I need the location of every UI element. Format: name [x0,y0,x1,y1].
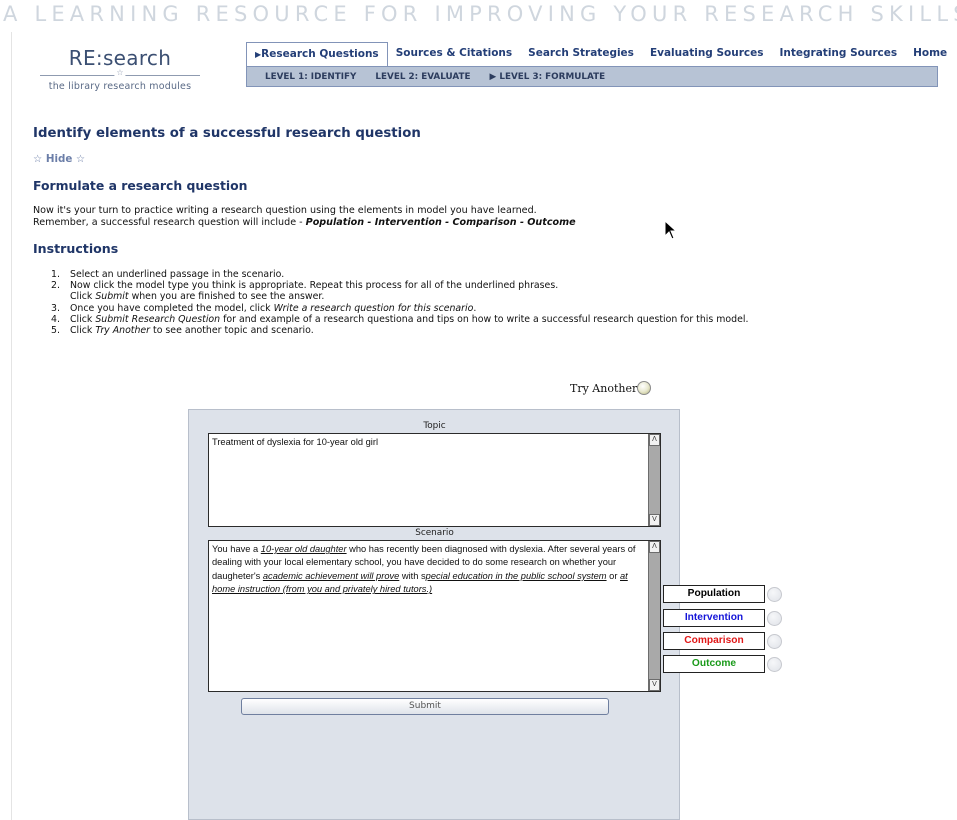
list-item: 2. Now click the model type you think is … [51,280,748,302]
intro-line-1: Now it's your turn to practice writing a… [33,205,537,216]
step-number: 2. [51,280,60,292]
exercise-panel: Topic Treatment of dyslexia for 10-year … [188,409,680,820]
mouse-cursor-icon [664,220,678,240]
scroll-up-icon[interactable]: Λ [649,434,660,446]
scenario-phrase-population[interactable]: 10-year old daughter [261,544,347,554]
scenario-textarea[interactable]: You have a 10-year old daughter who has … [208,540,661,692]
step-text-em: Submit Research Question [95,313,221,325]
step-text-part: when you are finished to see the answer. [128,291,325,303]
logo-divider: ☆ [40,68,200,80]
topic-scrollbar[interactable]: Λ V [648,434,660,526]
intervention-radio-icon[interactable] [767,611,782,626]
step-text-em: Submit [95,291,129,303]
star-icon: ☆ [33,153,46,165]
nav-research-questions[interactable]: ▶Research Questions [246,42,388,66]
step-number: 3. [51,302,60,314]
topic-text: Treatment of dyslexia for 10-year old gi… [212,437,379,447]
subnav-level2[interactable]: LEVEL 2: EVALUATE [375,72,470,82]
intro-line-2: Remember, a successful research question… [33,217,576,229]
step-number: 5. [51,325,60,337]
intro-text: Now it's your turn to practice writing a… [33,205,576,229]
scenario-text: or [606,570,620,581]
scenario-text: with s [399,570,426,581]
step-text-em: Write a research question for this scena… [273,302,474,314]
step-text-line: Now click the model type you think is ap… [70,280,559,292]
step-number: 1. [51,269,60,280]
population-radio-icon[interactable] [767,587,782,602]
step-text-part: Click [70,313,96,325]
comparison-radio-icon[interactable] [767,634,782,649]
site-logo[interactable]: RE:search ☆ the library research modules [36,46,204,92]
step-text-part: to see another topic and scenario. [150,325,314,337]
step-text: Click Submit Research Question for and e… [70,314,748,325]
outcome-radio-icon[interactable] [767,657,782,672]
logo-title: RE:search [68,46,172,70]
list-item: 4. Click Submit Research Question for and… [51,314,748,325]
page-container: RE:search ☆ the library research modules… [11,32,957,820]
subnav-level1[interactable]: LEVEL 1: IDENTIFY [265,72,356,82]
topic-textarea[interactable]: Treatment of dyslexia for 10-year old gi… [208,433,661,527]
nav-evaluating-sources[interactable]: Evaluating Sources [642,42,772,66]
instructions-heading: Instructions [33,241,119,256]
try-another-button[interactable]: Try Another [570,381,652,395]
scenario-phrase-outcome[interactable]: academic achievement will prove [263,571,399,581]
step-number: 4. [51,313,60,325]
step-text-part: Click [70,325,96,337]
list-item: 5. Click Try Another to see another topic… [51,325,748,336]
nav-search-strategies[interactable]: Search Strategies [520,42,642,66]
topic-label: Topic [423,421,446,431]
scroll-down-icon[interactable]: V [649,679,660,691]
nav-sources-citations[interactable]: Sources & Citations [388,42,520,66]
list-item: 3. Once you have completed the model, cli… [51,303,748,314]
logo-subtitle: the library research modules [48,81,192,92]
hide-toggle[interactable]: ☆ Hide ☆ [33,153,85,165]
submit-button[interactable]: Submit [241,698,609,715]
step-text-part: Click [70,291,96,303]
star-icon: ☆ [114,68,126,77]
main-nav: ▶Research Questions Sources & Citations … [246,42,955,66]
nav-label: Research Questions [261,48,379,60]
list-item: 1. Select an underlined passage in the sc… [51,269,748,280]
scenario-label: Scenario [415,528,454,538]
play-arrow-icon: ▶ [489,71,500,82]
subnav-level3-label: LEVEL 3: FORMULATE [499,71,606,82]
intervention-button[interactable]: Intervention [663,609,765,627]
step-text-part: for and example of a research questiona … [220,313,749,325]
outcome-button[interactable]: Outcome [663,655,765,673]
scroll-up-icon[interactable]: Λ [649,541,660,553]
banner-tagline: A LEARNING RESOURCE FOR IMPROVING YOUR R… [3,2,957,26]
scenario-text: You have a [212,544,261,554]
radio-button-icon[interactable] [637,381,652,395]
star-icon: ☆ [72,153,86,165]
step-text: Now click the model type you think is ap… [70,280,558,302]
intro-prefix: Remember, a successful research question… [33,217,306,228]
section-heading: Formulate a research question [33,178,248,193]
step-text-part: . [473,302,477,314]
population-button[interactable]: Population [663,585,765,603]
scenario-phrase-intervention[interactable]: pecial education in the public school sy… [426,571,607,581]
scenario-scrollbar[interactable]: Λ V [648,541,660,691]
subnav-level3[interactable]: ▶ LEVEL 3: FORMULATE [490,72,606,82]
sub-nav: LEVEL 1: IDENTIFY LEVEL 2: EVALUATE ▶ LE… [246,66,938,87]
try-another-label: Try Another [570,381,638,395]
step-text-em: Try Another [95,325,151,337]
step-text-part: Once you have completed the model, click [70,302,274,314]
page-title: Identify elements of a successful resear… [33,126,421,141]
step-text: Select an underlined passage in the scen… [70,269,285,280]
scroll-down-icon[interactable]: V [649,514,660,526]
step-text: Click Try Another to see another topic a… [70,325,314,336]
comparison-button[interactable]: Comparison [663,632,765,650]
hide-label: Hide [45,153,73,165]
instructions-list: 1. Select an underlined passage in the sc… [51,269,748,336]
nav-integrating-sources[interactable]: Integrating Sources [772,42,906,66]
pico-elements: Population - Intervention - Comparison -… [305,217,576,228]
step-text: Once you have completed the model, click… [70,303,476,314]
nav-home[interactable]: Home [905,42,955,66]
